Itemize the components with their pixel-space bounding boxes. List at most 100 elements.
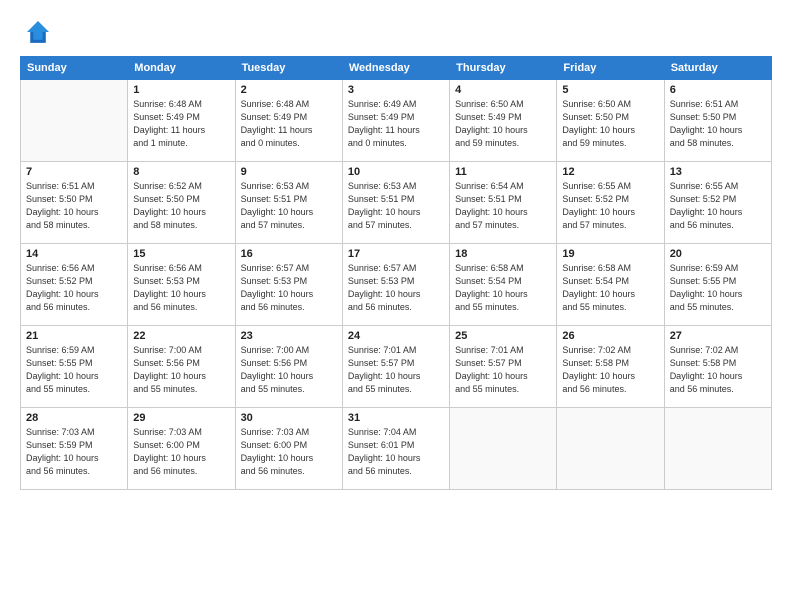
header-monday: Monday (128, 57, 235, 80)
day-cell: 18 Sunrise: 6:58 AMSunset: 5:54 PMDayligh… (450, 244, 557, 326)
day-cell: 30 Sunrise: 7:03 AMSunset: 6:00 PMDayligh… (235, 408, 342, 490)
day-cell: 21 Sunrise: 6:59 AMSunset: 5:55 PMDayligh… (21, 326, 128, 408)
page-header (20, 18, 772, 46)
day-info: Sunrise: 7:03 AMSunset: 6:00 PMDaylight:… (133, 426, 229, 478)
day-cell: 22 Sunrise: 7:00 AMSunset: 5:56 PMDayligh… (128, 326, 235, 408)
day-number: 5 (562, 84, 658, 96)
day-number: 21 (26, 330, 122, 342)
day-number: 9 (241, 166, 337, 178)
day-number: 3 (348, 84, 444, 96)
day-cell: 1 Sunrise: 6:48 AMSunset: 5:49 PMDaylight… (128, 80, 235, 162)
week-row-5: 28 Sunrise: 7:03 AMSunset: 5:59 PMDayligh… (21, 408, 772, 490)
day-cell: 28 Sunrise: 7:03 AMSunset: 5:59 PMDayligh… (21, 408, 128, 490)
day-info: Sunrise: 6:52 AMSunset: 5:50 PMDaylight:… (133, 180, 229, 232)
day-info: Sunrise: 7:02 AMSunset: 5:58 PMDaylight:… (562, 344, 658, 396)
day-number: 28 (26, 412, 122, 424)
day-info: Sunrise: 6:59 AMSunset: 5:55 PMDaylight:… (26, 344, 122, 396)
day-cell: 23 Sunrise: 7:00 AMSunset: 5:56 PMDayligh… (235, 326, 342, 408)
day-number: 4 (455, 84, 551, 96)
day-cell: 17 Sunrise: 6:57 AMSunset: 5:53 PMDayligh… (342, 244, 449, 326)
day-cell: 8 Sunrise: 6:52 AMSunset: 5:50 PMDaylight… (128, 162, 235, 244)
week-row-4: 21 Sunrise: 6:59 AMSunset: 5:55 PMDayligh… (21, 326, 772, 408)
header-thursday: Thursday (450, 57, 557, 80)
day-number: 25 (455, 330, 551, 342)
day-number: 19 (562, 248, 658, 260)
day-number: 14 (26, 248, 122, 260)
day-cell: 26Sunrise: 7:02 AMSunset: 5:58 PMDayligh… (557, 326, 664, 408)
day-cell: 5 Sunrise: 6:50 AMSunset: 5:50 PMDaylight… (557, 80, 664, 162)
day-number: 23 (241, 330, 337, 342)
week-row-2: 7 Sunrise: 6:51 AMSunset: 5:50 PMDaylight… (21, 162, 772, 244)
day-number: 7 (26, 166, 122, 178)
day-info: Sunrise: 6:54 AMSunset: 5:51 PMDaylight:… (455, 180, 551, 232)
day-cell: 2 Sunrise: 6:48 AMSunset: 5:49 PMDaylight… (235, 80, 342, 162)
day-info: Sunrise: 6:58 AMSunset: 5:54 PMDaylight:… (562, 262, 658, 314)
header-tuesday: Tuesday (235, 57, 342, 80)
day-number: 31 (348, 412, 444, 424)
day-info: Sunrise: 6:59 AMSunset: 5:55 PMDaylight:… (670, 262, 766, 314)
day-cell: 14 Sunrise: 6:56 AMSunset: 5:52 PMDayligh… (21, 244, 128, 326)
day-info: Sunrise: 6:53 AMSunset: 5:51 PMDaylight:… (241, 180, 337, 232)
day-cell: 12Sunrise: 6:55 AMSunset: 5:52 PMDayligh… (557, 162, 664, 244)
day-number: 10 (348, 166, 444, 178)
day-info: Sunrise: 6:50 AMSunset: 5:50 PMDaylight:… (562, 98, 658, 150)
day-cell: 10 Sunrise: 6:53 AMSunset: 5:51 PMDayligh… (342, 162, 449, 244)
day-info: Sunrise: 7:01 AMSunset: 5:57 PMDaylight:… (455, 344, 551, 396)
day-number: 1 (133, 84, 229, 96)
day-cell: 20 Sunrise: 6:59 AMSunset: 5:55 PMDayligh… (664, 244, 771, 326)
day-number: 17 (348, 248, 444, 260)
logo (20, 18, 52, 46)
day-cell: 3 Sunrise: 6:49 AMSunset: 5:49 PMDaylight… (342, 80, 449, 162)
day-number: 20 (670, 248, 766, 260)
day-info: Sunrise: 7:03 AMSunset: 5:59 PMDaylight:… (26, 426, 122, 478)
day-number: 29 (133, 412, 229, 424)
day-info: Sunrise: 6:58 AMSunset: 5:54 PMDaylight:… (455, 262, 551, 314)
day-info: Sunrise: 6:50 AMSunset: 5:49 PMDaylight:… (455, 98, 551, 150)
day-number: 6 (670, 84, 766, 96)
day-info: Sunrise: 6:55 AMSunset: 5:52 PMDaylight:… (670, 180, 766, 232)
calendar-table: SundayMondayTuesdayWednesdayThursdayFrid… (20, 56, 772, 490)
day-cell: 13Sunrise: 6:55 AMSunset: 5:52 PMDayligh… (664, 162, 771, 244)
day-number: 22 (133, 330, 229, 342)
header-sunday: Sunday (21, 57, 128, 80)
day-number: 8 (133, 166, 229, 178)
calendar-header-row: SundayMondayTuesdayWednesdayThursdayFrid… (21, 57, 772, 80)
day-info: Sunrise: 6:51 AMSunset: 5:50 PMDaylight:… (26, 180, 122, 232)
day-cell: 15 Sunrise: 6:56 AMSunset: 5:53 PMDayligh… (128, 244, 235, 326)
day-info: Sunrise: 6:53 AMSunset: 5:51 PMDaylight:… (348, 180, 444, 232)
day-number: 2 (241, 84, 337, 96)
day-cell (450, 408, 557, 490)
day-number: 15 (133, 248, 229, 260)
day-number: 18 (455, 248, 551, 260)
day-cell: 19 Sunrise: 6:58 AMSunset: 5:54 PMDayligh… (557, 244, 664, 326)
day-cell: 31 Sunrise: 7:04 AMSunset: 6:01 PMDayligh… (342, 408, 449, 490)
day-info: Sunrise: 7:04 AMSunset: 6:01 PMDaylight:… (348, 426, 444, 478)
day-number: 27 (670, 330, 766, 342)
day-info: Sunrise: 6:48 AMSunset: 5:49 PMDaylight:… (241, 98, 337, 150)
header-saturday: Saturday (664, 57, 771, 80)
day-number: 24 (348, 330, 444, 342)
day-cell: 25 Sunrise: 7:01 AMSunset: 5:57 PMDayligh… (450, 326, 557, 408)
day-info: Sunrise: 7:00 AMSunset: 5:56 PMDaylight:… (133, 344, 229, 396)
day-info: Sunrise: 7:03 AMSunset: 6:00 PMDaylight:… (241, 426, 337, 478)
week-row-3: 14 Sunrise: 6:56 AMSunset: 5:52 PMDayligh… (21, 244, 772, 326)
day-info: Sunrise: 6:57 AMSunset: 5:53 PMDaylight:… (348, 262, 444, 314)
day-info: Sunrise: 7:00 AMSunset: 5:56 PMDaylight:… (241, 344, 337, 396)
day-cell: 27Sunrise: 7:02 AMSunset: 5:58 PMDayligh… (664, 326, 771, 408)
day-cell: 16Sunrise: 6:57 AMSunset: 5:53 PMDayligh… (235, 244, 342, 326)
day-info: Sunrise: 6:56 AMSunset: 5:52 PMDaylight:… (26, 262, 122, 314)
day-number: 16 (241, 248, 337, 260)
day-info: Sunrise: 6:48 AMSunset: 5:49 PMDaylight:… (133, 98, 229, 150)
day-info: Sunrise: 6:56 AMSunset: 5:53 PMDaylight:… (133, 262, 229, 314)
week-row-1: 1 Sunrise: 6:48 AMSunset: 5:49 PMDaylight… (21, 80, 772, 162)
header-friday: Friday (557, 57, 664, 80)
day-number: 12 (562, 166, 658, 178)
day-cell (664, 408, 771, 490)
day-cell: 6Sunrise: 6:51 AMSunset: 5:50 PMDaylight… (664, 80, 771, 162)
day-number: 30 (241, 412, 337, 424)
day-cell: 7 Sunrise: 6:51 AMSunset: 5:50 PMDaylight… (21, 162, 128, 244)
day-cell: 9 Sunrise: 6:53 AMSunset: 5:51 PMDaylight… (235, 162, 342, 244)
day-cell: 4 Sunrise: 6:50 AMSunset: 5:49 PMDaylight… (450, 80, 557, 162)
day-info: Sunrise: 7:01 AMSunset: 5:57 PMDaylight:… (348, 344, 444, 396)
day-info: Sunrise: 6:49 AMSunset: 5:49 PMDaylight:… (348, 98, 444, 150)
